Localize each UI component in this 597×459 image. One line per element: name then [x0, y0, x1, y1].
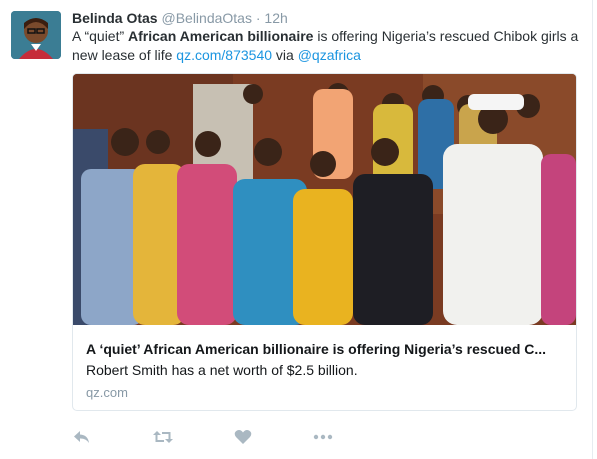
separator-dot: ·	[255, 10, 261, 26]
more-dots-icon[interactable]	[312, 428, 334, 448]
action-bar	[72, 428, 372, 448]
avatar[interactable]	[11, 11, 61, 59]
card-photo[interactable]	[73, 74, 576, 325]
tweet-text-part: A “quiet”	[72, 28, 129, 44]
tweet-text: A “quiet” African American billionaire i…	[72, 27, 587, 65]
tweet: Belinda Otas @BelindaOtas · 12h A “quiet…	[0, 0, 597, 459]
card-description: Robert Smith has a net worth of $2.5 bil…	[86, 362, 358, 378]
tweet-text-bold: African American billionaire	[128, 28, 314, 44]
heart-icon[interactable]	[234, 428, 256, 448]
tweet-header: Belinda Otas @BelindaOtas · 12h	[72, 9, 288, 27]
divider	[592, 0, 593, 459]
tweet-text-part: via	[272, 47, 298, 63]
reply-icon[interactable]	[72, 428, 94, 448]
retweet-icon[interactable]	[152, 428, 174, 448]
author-handle[interactable]: @BelindaOtas	[161, 10, 251, 26]
card-domain: qz.com	[86, 385, 128, 400]
mention-link[interactable]: @qzafrica	[298, 47, 361, 63]
author-name[interactable]: Belinda Otas	[72, 10, 158, 26]
timestamp[interactable]: 12h	[264, 10, 287, 26]
link-card[interactable]: A ‘quiet’ African American billionaire i…	[72, 73, 577, 411]
card-title[interactable]: A ‘quiet’ African American billionaire i…	[86, 341, 566, 357]
tweet-link[interactable]: qz.com/873540	[176, 47, 272, 63]
